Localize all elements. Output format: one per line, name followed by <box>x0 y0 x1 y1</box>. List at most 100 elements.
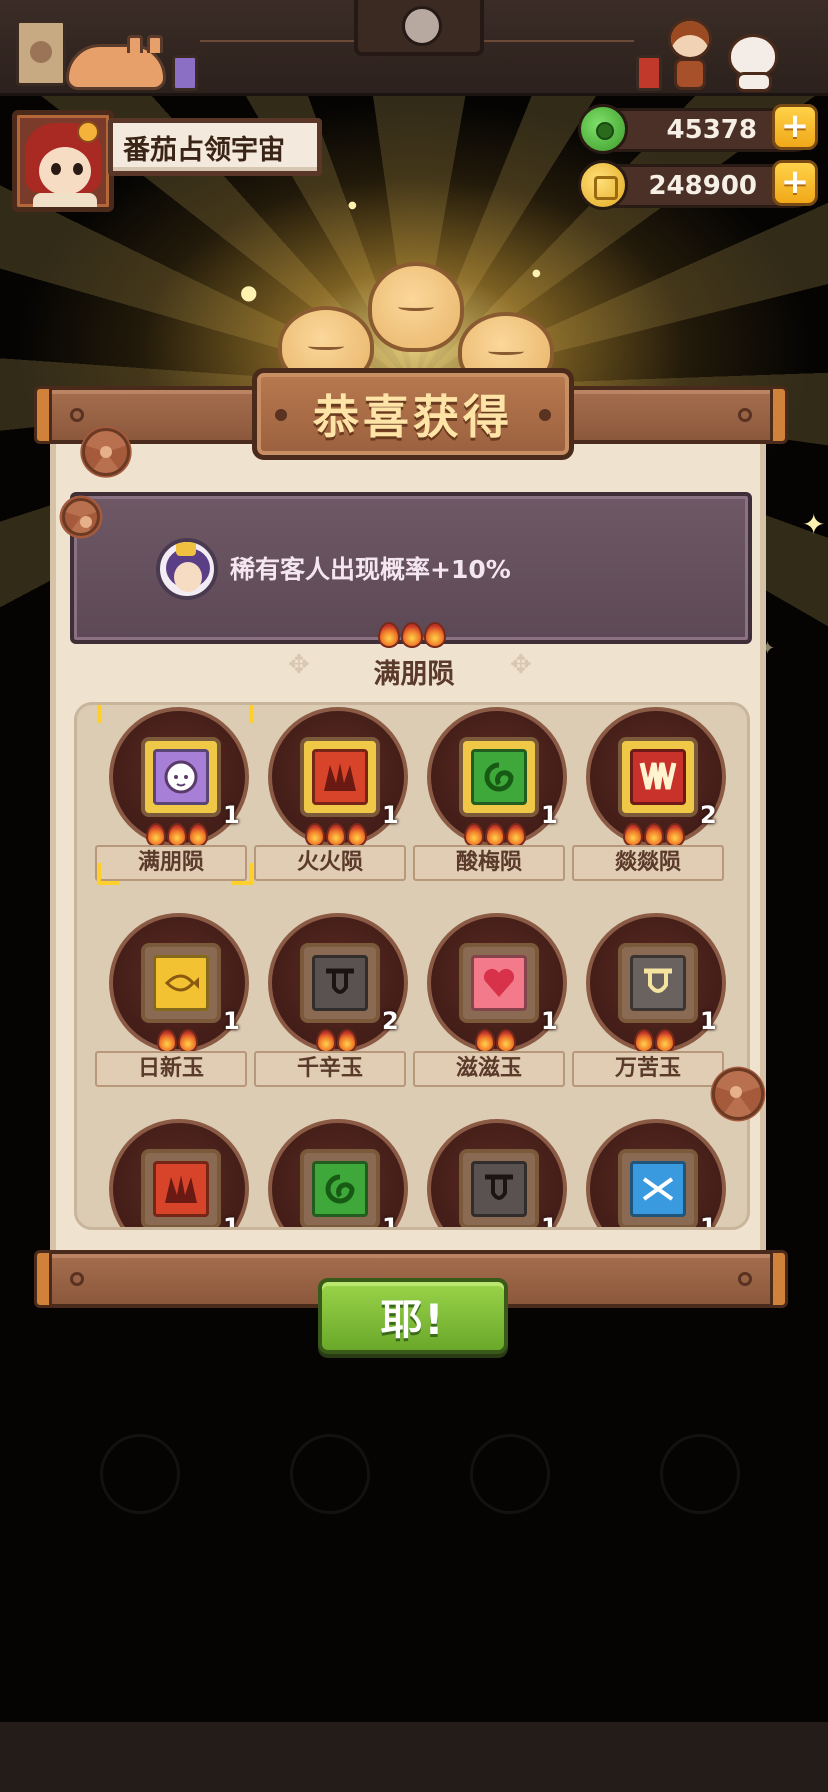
item-count: 1 <box>541 801 558 829</box>
item-rarity-fires <box>146 823 209 847</box>
paw-cabinet-icon[interactable] <box>16 20 66 86</box>
item-rarity-fires <box>623 823 686 847</box>
fire-rarity-icon <box>485 823 505 847</box>
reward-item[interactable]: 1 <box>252 1117 410 1230</box>
item-rarity-fires <box>475 1029 517 1053</box>
fire-rarity-icon <box>316 1029 336 1053</box>
fire-rarity-icon <box>464 823 484 847</box>
reward-item[interactable]: 2 千辛玉 <box>252 911 410 1111</box>
selection-bracket-icon <box>97 863 119 885</box>
item-rarity-fires <box>316 1029 358 1053</box>
add-gold-button[interactable]: + <box>772 160 818 206</box>
bun-mascot-icon <box>368 262 464 352</box>
rope <box>200 40 354 42</box>
fire-rarity-icon <box>634 1029 654 1053</box>
item-count: 1 <box>700 1007 717 1035</box>
reward-item[interactable]: 1 <box>93 1117 251 1227</box>
tongue-icon <box>312 955 368 1011</box>
flower-ornament-icon <box>76 422 136 482</box>
npc-girl-icon[interactable] <box>664 18 716 92</box>
npc-cat-icon[interactable] <box>728 34 784 92</box>
flame-icon <box>312 749 368 805</box>
item-tile <box>459 1149 539 1227</box>
bonus-description: 稀有客人出现概率+10% <box>230 555 511 584</box>
fire-rarity-icon <box>347 823 367 847</box>
item-rarity-fires <box>305 823 368 847</box>
reward-item[interactable]: 1 滋滋玉 <box>411 911 569 1111</box>
bowtie-icon <box>630 1161 686 1217</box>
item-rarity-fires <box>157 1029 199 1053</box>
item-tile <box>618 943 698 1023</box>
reward-item[interactable]: 1 酸梅陨 <box>411 705 569 905</box>
flower-ornament-icon <box>706 1062 770 1126</box>
reward-item[interactable]: 1 日新玉 <box>93 911 251 1111</box>
background-slot <box>660 1434 740 1514</box>
swirl-icon <box>312 1161 368 1217</box>
bowl-icon <box>630 955 686 1011</box>
item-name: 滋滋玉 <box>413 1051 565 1087</box>
item-count: 2 <box>382 1007 399 1035</box>
item-rarity-fires <box>634 1029 676 1053</box>
fire-rarity-icon <box>157 1029 177 1053</box>
item-name: 万苦玉 <box>572 1051 724 1087</box>
reward-item[interactable]: 1 满朋陨 <box>93 705 253 905</box>
reward-item[interactable]: 2 燚燚陨 <box>570 705 728 905</box>
hanging-sign-icon[interactable] <box>354 0 484 56</box>
item-tile <box>618 737 698 817</box>
item-name: 酸梅陨 <box>413 845 565 881</box>
fire-rarity-icon <box>337 1029 357 1053</box>
item-count: 1 <box>541 1213 558 1230</box>
fire-rarity-icon <box>305 823 325 847</box>
fire-rarity-icon <box>665 823 685 847</box>
fire-rarity-icon <box>146 823 166 847</box>
fire-rarity-icon <box>326 823 346 847</box>
fish-icon <box>153 955 209 1011</box>
add-jade-button[interactable]: + <box>772 104 818 150</box>
item-tile <box>141 737 221 817</box>
flower-ornament-icon <box>56 492 106 542</box>
fire-rarity-icon <box>506 823 526 847</box>
item-tile <box>141 1149 221 1227</box>
item-count: 1 <box>382 801 399 829</box>
reward-item[interactable]: 1 火火陨 <box>252 705 410 905</box>
sparkle-icon: ● <box>240 280 258 304</box>
item-tile <box>459 943 539 1023</box>
reward-item[interactable]: 1 万苦玉 <box>570 911 728 1111</box>
player-name[interactable]: 番茄占领宇宙 <box>108 118 322 176</box>
jade-icon <box>578 104 628 154</box>
reward-item[interactable]: 1 <box>570 1117 728 1230</box>
crown-icon <box>630 749 686 805</box>
rope <box>484 40 634 42</box>
swirl-icon <box>471 749 527 805</box>
bottom-bar <box>0 1722 828 1792</box>
fire-rarity-icon <box>623 823 643 847</box>
item-count: 1 <box>223 1007 240 1035</box>
sheep-icon <box>153 749 209 805</box>
background-slot <box>290 1434 370 1514</box>
reward-items-grid[interactable]: 1 满朋陨 1 火火陨 1 酸梅陨 2 燚燚陨 1 日新玉 2 千辛玉 1 滋滋玉 1 万苦玉 1 1 1 1 <box>74 702 750 1230</box>
fire-rarity-icon <box>644 823 664 847</box>
guest-avatar-icon <box>156 538 218 600</box>
item-count: 1 <box>700 1213 717 1230</box>
item-tile <box>300 943 380 1023</box>
fire-rarity-icon <box>655 1029 675 1053</box>
selection-bracket-icon <box>97 705 119 723</box>
item-count: 1 <box>382 1213 399 1230</box>
selection-bracket-icon <box>231 863 253 885</box>
item-name: 燚燚陨 <box>572 845 724 881</box>
red-jar-icon <box>636 55 662 91</box>
sparkle-icon: ● <box>532 268 541 279</box>
item-count: 2 <box>700 801 717 829</box>
player-avatar[interactable] <box>12 110 114 212</box>
popup-title-text: 恭喜获得 <box>313 390 513 444</box>
fire-rarity-icon <box>401 622 423 648</box>
item-tile <box>618 1149 698 1227</box>
flame-icon <box>153 1161 209 1217</box>
item-tile <box>300 737 380 817</box>
fire-rarity-icon <box>178 1029 198 1053</box>
background-slot <box>470 1434 550 1514</box>
confirm-button[interactable]: 耶! <box>318 1278 508 1354</box>
reward-item[interactable]: 1 <box>411 1117 569 1230</box>
rarity-fire-row <box>378 622 447 648</box>
sparkle-icon: ✦ <box>802 508 826 541</box>
